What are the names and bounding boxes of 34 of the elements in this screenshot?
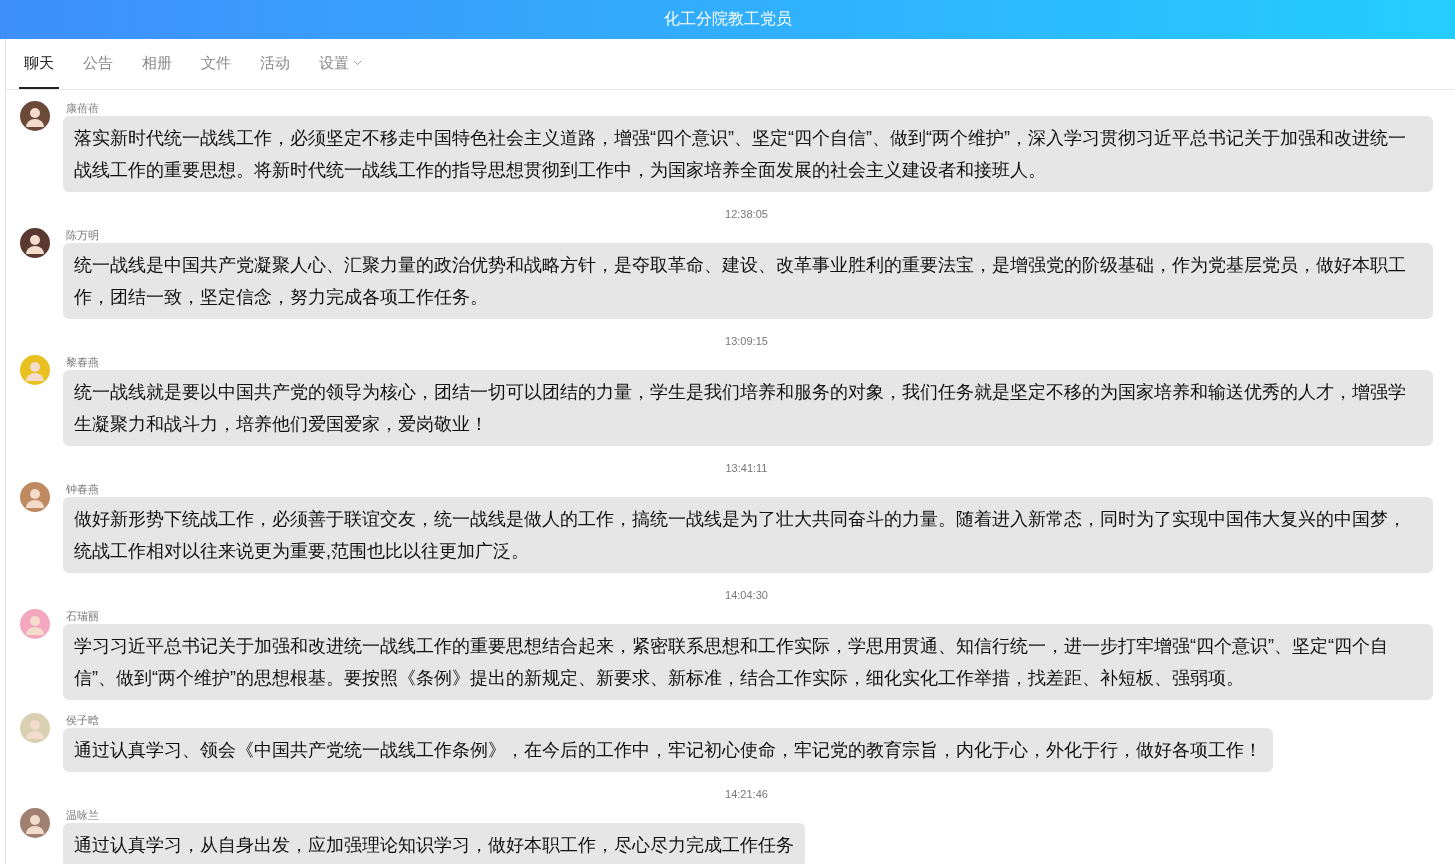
sender-name: 温咏兰 xyxy=(66,808,99,823)
sender-name: 康蓓蓓 xyxy=(66,101,99,116)
message-bubble: 做好新形势下统战工作，必须善于联谊交友，统一战线是做人的工作，搞统一战线是为了壮大共同奋斗的力量。随着进入新常态，同时为了实现中国伟大复兴的中国梦，统战工作相对以往来说更为重要,范围也比以往更加广泛。 xyxy=(63,497,1433,573)
tab[interactable]: 设置 xyxy=(314,39,367,89)
avatar xyxy=(20,482,50,512)
message-bubble: 学习习近平总书记关于加强和改进统一战线工作的重要思想结合起来，紧密联系思想和工作实际，学思用贯通、知信行统一，进一步打牢增强“四个意识”、坚定“四个自信”、做到“两个维护”的思想根基。要按照《条例》提出的新规定、新要求、新标准，结合工作实际，细化实化工作举措，找差距、补短板、强弱项。 xyxy=(63,624,1433,700)
timestamp: 14:04:30 xyxy=(725,589,768,601)
window-title: 化工分院教工党员 xyxy=(663,9,792,29)
chevron-down-icon xyxy=(353,60,362,66)
avatar xyxy=(20,355,50,385)
tab[interactable]: 聊天 xyxy=(19,39,59,89)
sender-name: 钟春燕 xyxy=(66,482,99,497)
avatar xyxy=(20,713,50,743)
sender-name: 陈万明 xyxy=(66,228,99,243)
sender-name: 石瑞丽 xyxy=(66,609,99,624)
sender-name: 黎春燕 xyxy=(66,355,99,370)
tab[interactable]: 活动 xyxy=(255,39,295,89)
timestamp: 13:41:11 xyxy=(725,462,768,474)
avatar xyxy=(20,609,50,639)
message-bubble: 通过认真学习、领会《中国共产党统一战线工作条例》，在今后的工作中，牢记初心使命，牢记党的教育宗旨，内化于心，外化于行，做好各项工作！ xyxy=(63,728,1273,772)
message-bubble: 落实新时代统一战线工作，必须坚定不移走中国特色社会主义道路，增强“四个意识”、坚定“四个自信”、做到“两个维护”，深入学习贯彻习近平总书记关于加强和改进统一战线工作的重要思想。将新时代统一战线工作的指导思想贯彻到工作中，为国家培养全面发展的社会主义建设者和接班人。 xyxy=(63,116,1433,192)
tab[interactable]: 公告 xyxy=(78,39,118,89)
message-bubble: 统一战线就是要以中国共产党的领导为核心，团结一切可以团结的力量，学生是我们培养和服务的对象，我们任务就是坚定不移的为国家培养和输送优秀的人才，增强学生凝聚力和战斗力，培养他们爱国爱家，爱岗敬业！ xyxy=(63,370,1433,446)
message-bubble: 统一战线是中国共产党凝聚人心、汇聚力量的政治优势和战略方针，是夺取革命、建设、改革事业胜利的重要法宝，是增强党的阶级基础，作为党基层党员，做好本职工作，团结一致，坚定信念，努力完成各项工作任务。 xyxy=(63,243,1433,319)
tab[interactable]: 相册 xyxy=(137,39,177,89)
timestamp: 12:38:05 xyxy=(725,208,768,220)
message-bubble: 通过认真学习，从自身出发，应加强理论知识学习，做好本职工作，尽心尽力完成工作任务 xyxy=(63,823,805,864)
avatar xyxy=(20,228,50,258)
tab[interactable]: 文件 xyxy=(196,39,236,89)
avatar xyxy=(20,101,50,131)
sender-name: 侯子晗 xyxy=(66,713,99,728)
avatar xyxy=(20,808,50,838)
timestamp: 13:09:15 xyxy=(725,335,768,347)
timestamp: 14:21:46 xyxy=(725,788,768,800)
